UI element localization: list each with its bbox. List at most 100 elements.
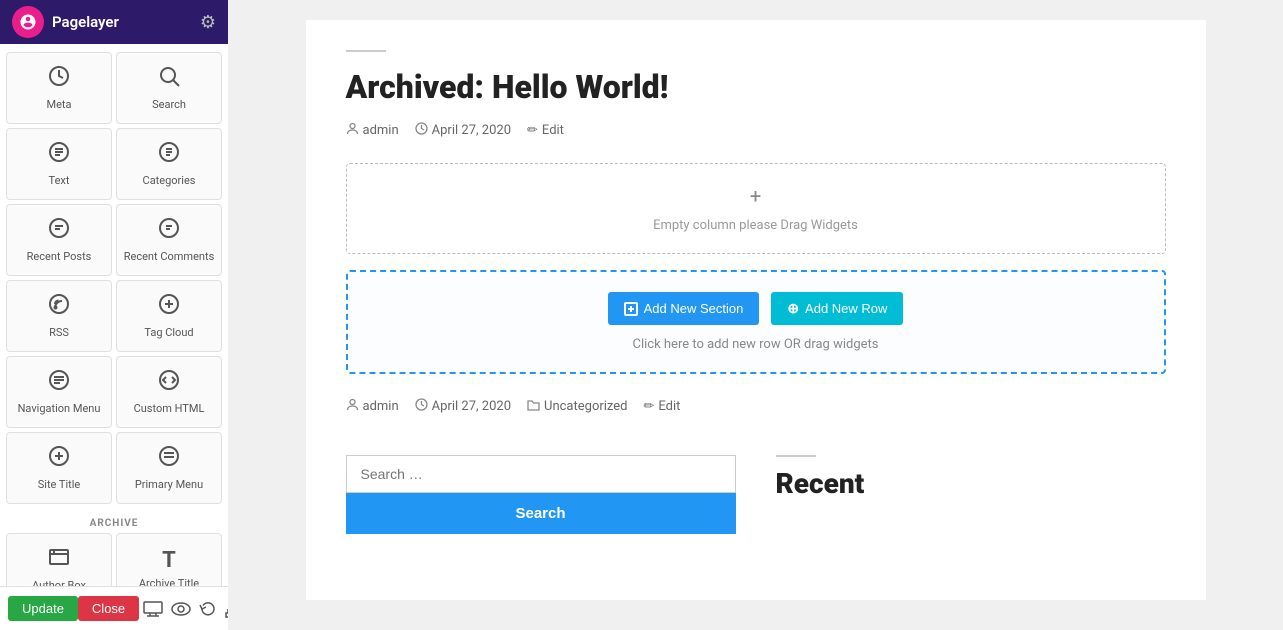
gear-icon[interactable]: ⚙ [200,12,216,33]
widget-tag-cloud-icon [157,292,181,322]
widget-meta-icon [47,64,71,94]
widget-navigation-menu[interactable]: Navigation Menu [6,356,112,428]
footer-category: Uncategorized [544,399,627,414]
add-new-row-button[interactable]: ⊕ Add New Row [771,292,903,325]
sitemap-icon-button[interactable] [221,596,228,622]
post-date-meta: April 27, 2020 [415,122,511,139]
header-left: Pagelayer [12,6,119,38]
eye-icon-button[interactable] [167,598,195,620]
widget-search[interactable]: Search [116,52,222,124]
post-edit-link[interactable]: Edit [542,123,564,138]
widget-tag-cloud-label: Tag Cloud [144,326,193,339]
add-section-buttons: Add New Section ⊕ Add New Row [368,292,1144,325]
widget-author-box-icon [47,545,71,575]
footer-clock-icon [415,398,428,415]
sidebar-title: Pagelayer [52,13,119,31]
page-title: Archived: Hello World! [346,68,1166,106]
add-new-section-label: Add New Section [644,301,744,316]
sidebar-content: Meta Search Text Categorie [0,44,228,586]
recent-divider [776,455,816,457]
post-date: April 27, 2020 [432,123,511,138]
widget-text-icon [47,140,71,170]
bottom-section: Search Recent [346,455,1166,534]
widget-categories[interactable]: Categories [116,128,222,200]
footer-date-meta: April 27, 2020 [415,398,511,415]
pencil-icon: ✏ [527,123,538,138]
archive-section-label: ARCHIVE [6,512,222,533]
widget-rss-label: RSS [49,326,69,339]
pagelayer-logo [12,6,44,38]
page-content: Archived: Hello World! admin April 27, 2… [306,20,1206,600]
widget-recent-posts-icon [47,216,71,246]
footer-date: April 27, 2020 [432,399,511,414]
widget-tag-cloud[interactable]: Tag Cloud [116,280,222,352]
widget-recent-comments-label: Recent Comments [124,250,215,263]
widget-primary-menu-label: Primary Menu [135,478,203,491]
recent-title: Recent [776,467,1166,500]
widget-search-icon [157,64,181,94]
widget-custom-html[interactable]: Custom HTML [116,356,222,428]
widget-site-title-label: Site Title [38,478,81,491]
add-section-hint: Click here to add new row OR drag widget… [368,337,1144,352]
post-edit-meta[interactable]: ✏ Edit [527,123,564,138]
widget-custom-html-label: Custom HTML [134,402,205,415]
widget-primary-menu-icon [157,444,181,474]
empty-column-text: Empty column please Drag Widgets [653,218,858,233]
widget-recent-comments[interactable]: Recent Comments [116,204,222,276]
widget-navigation-menu-label: Navigation Menu [18,402,101,415]
widget-archive-title-icon: T [162,548,176,573]
widget-categories-icon [157,140,181,170]
post-author: admin [363,123,399,138]
sidebar: Pagelayer ⚙ Meta Search [0,0,228,630]
search-widget: Search [346,455,736,534]
clock-icon [415,122,428,139]
widget-text[interactable]: Text [6,128,112,200]
footer-edit-meta[interactable]: ✏ Edit [644,399,681,414]
widget-search-label: Search [152,98,186,111]
close-button[interactable]: Close [78,596,139,621]
search-button[interactable]: Search [346,493,736,534]
widget-meta-label: Meta [46,98,71,111]
widget-primary-menu[interactable]: Primary Menu [116,432,222,504]
author-icon [346,122,359,139]
search-input-wrapper [346,455,736,493]
widget-grid-top: Meta Search Text Categorie [6,52,222,504]
widget-rss[interactable]: RSS [6,280,112,352]
post-meta: admin April 27, 2020 ✏ Edit [346,122,1166,139]
widget-grid-archive: Author Box T Archive Title ⊘ Archive Pos… [6,533,222,586]
footer-folder-icon [527,398,540,415]
widget-meta[interactable]: Meta [6,52,112,124]
add-section-area: Add New Section ⊕ Add New Row Click here… [346,270,1166,374]
widget-navigation-menu-icon [47,368,71,398]
widget-archive-title[interactable]: T Archive Title [116,533,222,586]
widget-rss-icon [47,292,71,322]
footer-category-meta: Uncategorized [527,398,627,415]
widget-site-title[interactable]: Site Title [6,432,112,504]
widget-categories-label: Categories [143,174,196,187]
search-input[interactable] [347,456,735,492]
sidebar-footer: Update Close [0,586,228,630]
footer-edit-link[interactable]: Edit [658,399,680,414]
footer-pencil-icon: ✏ [644,399,655,414]
empty-column-plus[interactable]: + [367,184,1145,208]
widget-recent-posts[interactable]: Recent Posts [6,204,112,276]
post-author-meta: admin [346,122,399,139]
add-new-section-button[interactable]: Add New Section [608,292,760,325]
widget-text-label: Text [49,174,70,187]
update-button[interactable]: Update [8,596,78,621]
widget-recent-comments-icon [157,216,181,246]
widget-site-title-icon [47,444,71,474]
history-icon-button[interactable] [195,596,221,622]
widget-custom-html-icon [157,368,181,398]
recent-widget: Recent [776,455,1166,534]
widget-recent-posts-label: Recent Posts [27,250,92,263]
footer-author: admin [363,399,399,414]
post-footer-meta: admin April 27, 2020 Uncategorized ✏ Edi… [346,398,1166,415]
add-new-row-label: Add New Row [805,301,887,316]
desktop-icon-button[interactable] [139,597,167,621]
main-area: Archived: Hello World! admin April 27, 2… [228,0,1283,630]
page-divider [346,50,386,52]
footer-author-meta: admin [346,398,399,415]
widget-author-box[interactable]: Author Box [6,533,112,586]
sidebar-header: Pagelayer ⚙ [0,0,228,44]
